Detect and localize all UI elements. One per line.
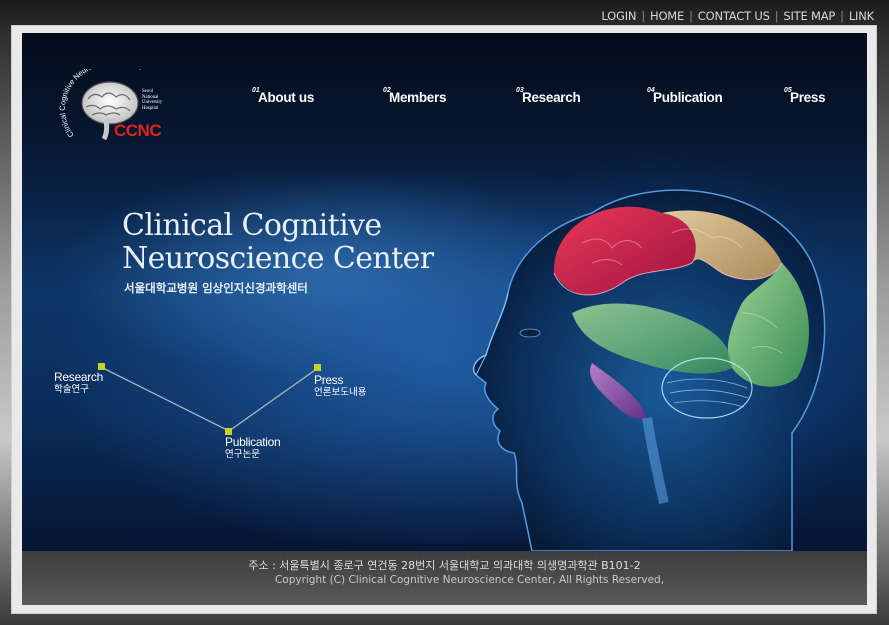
hero-stage: Clinical Cognitive Neuroscience Center S…: [22, 33, 867, 551]
footer-address: 주소 : 서울특별시 종로구 연건동 28번지 서울대학교 의과대학 의생명과학…: [248, 559, 641, 572]
home-link[interactable]: HOME: [650, 9, 684, 23]
separator: |: [774, 9, 779, 23]
separator: |: [641, 9, 645, 23]
utility-nav: LOGIN | HOME | CONTACT US | SITE MAP | LINK: [601, 9, 874, 23]
quick-link-sublabel: 연구논문: [225, 449, 260, 460]
quick-link-label: Publication: [225, 435, 281, 449]
quick-link-publication[interactable]: Publication 연구논문: [225, 435, 281, 461]
link-link[interactable]: LINK: [849, 9, 874, 23]
research-marker-dot: [98, 363, 105, 370]
footer-copyright: Copyright (C) Clinical Cognitive Neurosc…: [274, 574, 665, 586]
press-marker-dot: [314, 364, 321, 371]
quick-link-label: Press: [314, 373, 344, 387]
separator: |: [840, 9, 844, 23]
publication-marker-dot: [225, 428, 232, 435]
quick-link-press[interactable]: Press 언론보도내용: [314, 373, 367, 399]
separator: |: [689, 9, 693, 23]
quick-link-sublabel: 언론보도내용: [314, 387, 367, 398]
quick-link-research[interactable]: Research 학술연구: [54, 370, 103, 396]
login-link[interactable]: LOGIN: [601, 9, 636, 23]
site-map-link[interactable]: SITE MAP: [783, 9, 835, 23]
quick-link-label: Research: [54, 370, 103, 384]
contact-us-link[interactable]: CONTACT US: [698, 9, 770, 23]
site-footer: 주소 : 서울특별시 종로구 연건동 28번지 서울대학교 의과대학 의생명과학…: [22, 551, 867, 605]
quick-link-sublabel: 학술연구: [54, 384, 89, 395]
human-head-brain-illustration: [472, 189, 826, 551]
